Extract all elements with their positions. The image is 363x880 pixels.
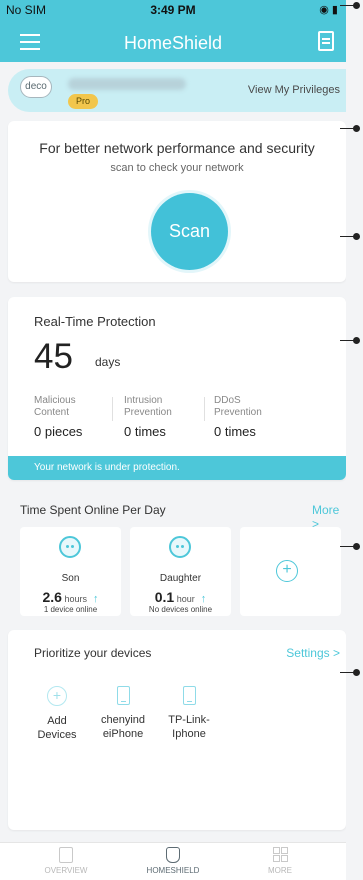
stat-value-malicious: 0 pieces: [34, 424, 83, 439]
stat-divider: [112, 397, 113, 421]
priority-device-item[interactable]: TP-Link- Iphone: [154, 686, 224, 741]
shield-icon: [166, 847, 180, 863]
arrow-up-icon: ↑: [200, 593, 207, 605]
page-title: HomeShield: [123, 33, 223, 53]
stat-label-ddos: DDoS Prevention: [214, 395, 262, 418]
stat-value-intrusion: 0 times: [124, 424, 166, 439]
scan-card: For better network performance and secur…: [8, 121, 346, 282]
protection-card[interactable]: Real-Time Protection 45 days Malicious Co…: [8, 297, 346, 480]
profile-name: Son: [61, 573, 80, 584]
report-icon[interactable]: [318, 31, 334, 51]
prioritize-settings-link[interactable]: Settings >: [286, 646, 340, 660]
callout-line: [340, 337, 360, 344]
grid-icon: [273, 847, 287, 863]
protection-title: Real-Time Protection: [34, 314, 156, 329]
tab-more[interactable]: MORE: [230, 847, 330, 875]
profile-devices: No devices online: [148, 605, 213, 614]
stat-label-intrusion: Intrusion Prevention: [124, 395, 172, 418]
time-online-title: Time Spent Online Per Day: [20, 503, 166, 517]
scan-button[interactable]: Scan: [151, 193, 228, 270]
phone-icon: [116, 686, 130, 705]
callout-line: [340, 669, 360, 676]
stat-value-ddos: 0 times: [214, 424, 256, 439]
scan-subtitle: scan to check your network: [110, 162, 244, 174]
account-name-blurred: [68, 78, 186, 90]
privilege-banner[interactable]: deco Pro View My Privileges: [8, 69, 346, 112]
battery-icon: ◉ ▮: [319, 4, 338, 16]
arrow-up-icon: ↑: [93, 593, 99, 605]
tab-overview[interactable]: OVERVIEW: [16, 847, 116, 875]
stat-divider: [204, 397, 205, 421]
tab-bar: OVERVIEW HOMESHIELD MORE: [0, 842, 346, 880]
tab-homeshield[interactable]: HOMESHIELD: [123, 847, 223, 875]
add-profile-card[interactable]: +: [240, 527, 341, 616]
protection-days: 45: [34, 337, 73, 376]
add-devices-button[interactable]: + Add Devices: [22, 686, 92, 742]
profile-card-son[interactable]: Son 2.6 hours ↑ 1 device online: [20, 527, 121, 616]
deco-logo: deco: [20, 76, 52, 98]
callout-line: [340, 2, 360, 9]
callout-line: [340, 233, 360, 240]
protection-days-unit: days: [95, 355, 121, 369]
view-privileges-link[interactable]: View My Privileges: [248, 84, 340, 96]
phone-icon: [182, 686, 196, 705]
prioritize-card: Prioritize your devices Settings > + Add…: [8, 630, 346, 830]
child-avatar-icon: [59, 536, 81, 558]
profile-name: Daughter: [159, 573, 202, 584]
app-screen: No SIM 3:49 PM ◉ ▮ HomeShield deco Pro V…: [0, 0, 346, 880]
pro-badge: Pro: [68, 94, 98, 109]
app-header: No SIM 3:49 PM ◉ ▮ HomeShield: [0, 0, 346, 62]
clock: 3:49 PM: [150, 3, 196, 17]
scan-title: For better network performance and secur…: [39, 140, 315, 156]
profile-devices: 1 device online: [43, 605, 98, 614]
callout-line: [340, 125, 360, 132]
child-avatar-icon: [169, 536, 191, 558]
protection-status: Your network is under protection.: [8, 456, 346, 480]
profile-time: 2.6 hours ↑: [42, 589, 99, 605]
stat-label-malicious: Malicious Content: [34, 395, 76, 418]
prioritize-title: Prioritize your devices: [34, 646, 152, 660]
profile-time: 0.1 hour ↑: [154, 589, 207, 605]
status-bar: No SIM 3:49 PM ◉ ▮: [0, 0, 346, 20]
profile-card-daughter[interactable]: Daughter 0.1 hour ↑ No devices online: [130, 527, 231, 616]
annotation-callouts: [340, 0, 363, 880]
document-icon: [59, 847, 73, 863]
priority-device-item[interactable]: chenyind eiPhone: [88, 686, 158, 741]
add-icon: +: [47, 686, 67, 706]
add-profile-icon[interactable]: +: [276, 560, 298, 582]
callout-line: [340, 543, 360, 550]
